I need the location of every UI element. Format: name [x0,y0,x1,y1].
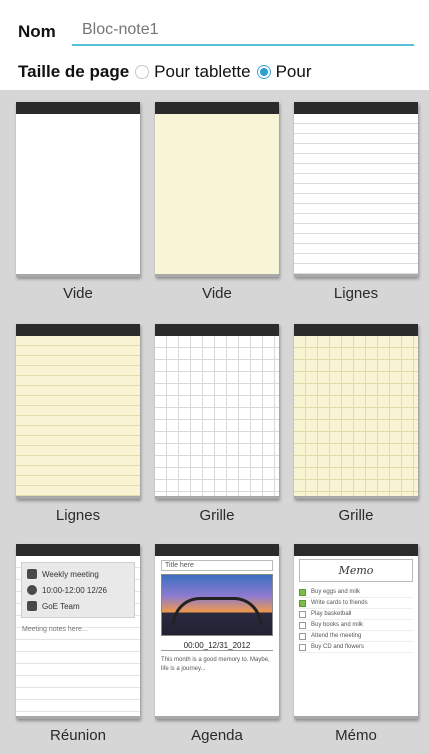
template-card[interactable] [294,324,418,499]
template-tile-yellow-grid[interactable]: Grille [294,324,418,524]
card-topbar [294,102,418,114]
agenda-date: 00:00_12/31_2012 [161,641,273,651]
checkbox-icon [299,621,306,629]
template-grid: Vide Vide Lignes Lignes Grille Grille We… [0,90,429,754]
memo-item-text: Write cards to friends [311,600,368,606]
radio-phone[interactable] [256,65,271,79]
template-tile-blank[interactable]: Vide [16,102,140,302]
card-topbar [155,324,279,336]
template-label: Mémo [335,727,377,744]
checkbox-icon [299,599,306,607]
agenda-preview: Title here 00:00_12/31_2012 This month i… [155,556,279,716]
memo-title: Memo [299,559,413,582]
meeting-team: GoE Team [42,601,80,611]
template-label: Réunion [50,727,106,744]
template-label: Grille [338,507,374,524]
memo-item: Write cards to friends [299,598,413,609]
paper-preview [155,336,279,496]
page-size-label: Taille de page [18,62,130,81]
memo-item: Buy books and milk [299,620,413,631]
memo-item-text: Attend the meeting [311,633,362,639]
template-tile-lines[interactable]: Lignes [294,102,418,302]
paper-preview [16,336,140,496]
meeting-notes: Meeting notes here... [22,626,88,633]
paper-preview [155,114,279,274]
name-label: Nom [18,22,56,41]
checkbox-icon [299,643,306,651]
paper-preview [294,336,418,496]
memo-item-text: Play basketball [311,611,352,617]
radio-tablet[interactable] [135,65,150,79]
card-topbar [16,324,140,336]
template-label: Agenda [191,727,243,744]
memo-item-text: Buy CD and flowers [311,644,365,650]
checkbox-icon [299,632,306,640]
template-card[interactable] [155,102,279,277]
memo-item: Buy eggs and milk [299,587,413,598]
clock-icon [27,585,37,595]
template-card[interactable] [16,324,140,499]
card-topbar [294,544,418,556]
memo-preview: Memo Buy eggs and milk Write cards to fr… [294,556,418,716]
template-tile-yellow[interactable]: Vide [155,102,279,302]
paper-preview [294,114,418,274]
card-topbar [155,544,279,556]
header: Nom Taille de page Pour tablette Pour [0,0,429,90]
meeting-row: GoE Team [27,598,129,614]
checkbox-icon [299,588,306,596]
memo-item: Buy CD and flowers [299,642,413,653]
template-tile-yellow-lines[interactable]: Lignes [16,324,140,524]
agenda-photo [161,574,273,636]
template-tile-memo[interactable]: Memo Buy eggs and milk Write cards to fr… [294,544,418,744]
meeting-preview: Weekly meeting 10:00-12:00 12/26 GoE Tea… [16,556,140,716]
template-card[interactable]: Memo Buy eggs and milk Write cards to fr… [294,544,418,719]
memo-item: Play basketball [299,609,413,620]
radio-phone-label[interactable]: Pour [276,62,312,82]
calendar-icon [27,569,37,579]
meeting-info-box: Weekly meeting 10:00-12:00 12/26 GoE Tea… [21,562,135,618]
people-icon [27,601,37,611]
template-card[interactable] [294,102,418,277]
memo-item-text: Buy books and milk [311,622,364,628]
meeting-row: Weekly meeting [27,566,129,582]
meeting-title: Weekly meeting [42,569,99,579]
name-input[interactable] [72,16,414,46]
meeting-time: 10:00-12:00 12/26 [42,585,107,595]
card-topbar [155,102,279,114]
template-label: Lignes [55,507,101,524]
checkbox-icon [299,610,306,618]
page-size-row: Taille de page Pour tablette Pour [18,59,423,85]
card-topbar [294,324,418,336]
agenda-text: This month is a good memory to. Maybe, l… [161,657,270,672]
template-label: Lignes [333,285,379,302]
agenda-title: Title here [161,560,273,571]
template-label: Vide [202,285,232,302]
template-card[interactable]: Title here 00:00_12/31_2012 This month i… [155,544,279,719]
card-topbar [16,102,140,114]
template-label: Vide [63,285,93,302]
template-card[interactable]: Weekly meeting 10:00-12:00 12/26 GoE Tea… [16,544,140,719]
bridge-shape [172,597,262,625]
template-tile-grid[interactable]: Grille [155,324,279,524]
template-tile-meeting[interactable]: Weekly meeting 10:00-12:00 12/26 GoE Tea… [16,544,140,744]
paper-preview [16,114,140,274]
template-tile-agenda[interactable]: Title here 00:00_12/31_2012 This month i… [155,544,279,744]
template-card[interactable] [155,324,279,499]
meeting-row: 10:00-12:00 12/26 [27,582,129,598]
memo-item: Attend the meeting [299,631,413,642]
radio-tablet-label[interactable]: Pour tablette [154,62,250,82]
template-card[interactable] [16,102,140,277]
memo-item-text: Buy eggs and milk [311,589,361,595]
template-label: Grille [199,507,235,524]
card-topbar [16,544,140,556]
